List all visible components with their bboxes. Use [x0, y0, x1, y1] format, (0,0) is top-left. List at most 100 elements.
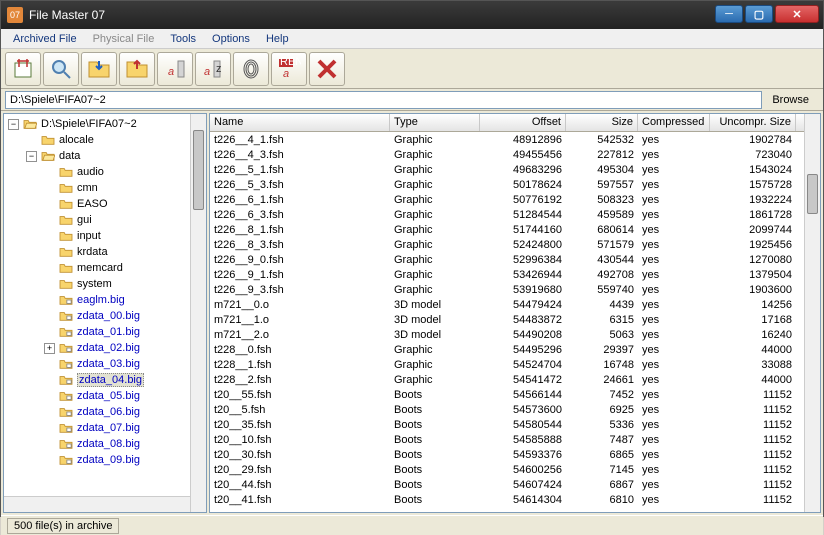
expander-icon[interactable]: − [26, 151, 37, 162]
tree-item[interactable]: zdata_06.big [4, 404, 206, 420]
list-vscroll[interactable] [804, 114, 820, 512]
close-button[interactable]: ✕ [775, 5, 819, 23]
table-row[interactable]: t20__10.fshBoots545858887487yes11152 [210, 432, 820, 447]
compress-a-button[interactable]: a [157, 52, 193, 86]
tree-item[interactable]: zdata_04.big [4, 372, 206, 388]
cell-type: Boots [390, 389, 480, 401]
tree-item[interactable]: gui [4, 212, 206, 228]
cell-compressed: yes [638, 314, 710, 326]
table-row[interactable]: t228__0.fshGraphic5449529629397yes44000 [210, 342, 820, 357]
expander-icon[interactable]: + [44, 343, 55, 354]
folder-icon [40, 133, 56, 147]
tree-item[interactable]: −data [4, 148, 206, 164]
cell-name: t226__9_1.fsh [210, 269, 390, 281]
table-row[interactable]: t226__6_1.fshGraphic50776192508323yes193… [210, 192, 820, 207]
menu-archived-file[interactable]: Archived File [5, 31, 85, 47]
cell-name: t20__55.fsh [210, 389, 390, 401]
list-pane: Name Type Offset Size Compressed Uncompr… [209, 113, 821, 513]
search-button[interactable] [43, 52, 79, 86]
bigfile-icon [58, 389, 74, 403]
cell-size: 24661 [566, 374, 638, 386]
col-type[interactable]: Type [390, 114, 480, 131]
table-row[interactable]: t20__44.fshBoots546074246867yes11152 [210, 477, 820, 492]
table-row[interactable]: t20__55.fshBoots545661447452yes11152 [210, 387, 820, 402]
import-folder-button[interactable] [81, 52, 117, 86]
tree-item[interactable]: zdata_00.big [4, 308, 206, 324]
tree-hscroll[interactable] [4, 496, 190, 512]
table-row[interactable]: t20__35.fshBoots545805445336yes11152 [210, 417, 820, 432]
tree-item[interactable]: +zdata_02.big [4, 340, 206, 356]
menu-help[interactable]: Help [258, 31, 297, 47]
expander-icon[interactable]: − [8, 119, 19, 130]
col-uncompr[interactable]: Uncompr. Size [710, 114, 796, 131]
tree-item[interactable]: eaglm.big [4, 292, 206, 308]
tree-item[interactable]: zdata_01.big [4, 324, 206, 340]
rename-button[interactable]: RENa [271, 52, 307, 86]
table-row[interactable]: t226__5_1.fshGraphic49683296495304yes154… [210, 162, 820, 177]
menu-physical-file[interactable]: Physical File [85, 31, 163, 47]
table-row[interactable]: t226__8_1.fshGraphic51744160680614yes209… [210, 222, 820, 237]
table-row[interactable]: t20__5.fshBoots545736006925yes11152 [210, 402, 820, 417]
tree-label: zdata_07.big [77, 422, 140, 434]
table-row[interactable]: m721__1.o3D model544838726315yes17168 [210, 312, 820, 327]
menu-tools[interactable]: Tools [162, 31, 204, 47]
export-folder-button[interactable] [119, 52, 155, 86]
tree-label: zdata_09.big [77, 454, 140, 466]
cell-size: 6315 [566, 314, 638, 326]
table-row[interactable]: t228__2.fshGraphic5454147224661yes44000 [210, 372, 820, 387]
table-row[interactable]: t20__41.fshBoots546143046810yes11152 [210, 492, 820, 507]
table-row[interactable]: t228__1.fshGraphic5452470416748yes33088 [210, 357, 820, 372]
col-offset[interactable]: Offset [480, 114, 566, 131]
table-row[interactable]: t20__30.fshBoots545933766865yes11152 [210, 447, 820, 462]
folder-open-icon [40, 149, 56, 163]
tree-item[interactable]: zdata_09.big [4, 452, 206, 468]
cell-uncompr: 1543024 [710, 164, 796, 176]
tree-item[interactable]: system [4, 276, 206, 292]
table-row[interactable]: t226__4_3.fshGraphic49455456227812yes723… [210, 147, 820, 162]
table-row[interactable]: m721__0.o3D model544794244439yes14256 [210, 297, 820, 312]
tree-vscroll[interactable] [190, 114, 206, 512]
cell-offset: 54495296 [480, 344, 566, 356]
table-row[interactable]: t226__5_3.fshGraphic50178624597557yes157… [210, 177, 820, 192]
compress-z-button[interactable]: az [195, 52, 231, 86]
table-row[interactable]: t226__9_3.fshGraphic53919680559740yes190… [210, 282, 820, 297]
maximize-button[interactable]: ▢ [745, 5, 773, 23]
tree-item[interactable]: audio [4, 164, 206, 180]
tree-item[interactable]: input [4, 228, 206, 244]
extract-button[interactable] [5, 52, 41, 86]
table-row[interactable]: t226__6_3.fshGraphic51284544459589yes186… [210, 207, 820, 222]
cell-uncompr: 11152 [710, 449, 796, 461]
menu-options[interactable]: Options [204, 31, 258, 47]
table-row[interactable]: m721__2.o3D model544902085063yes16240 [210, 327, 820, 342]
table-row[interactable]: t226__9_0.fshGraphic52996384430544yes127… [210, 252, 820, 267]
tree-label: input [77, 230, 101, 242]
tree-item[interactable]: −D:\Spiele\FIFA07~2 [4, 116, 206, 132]
tree-item[interactable]: memcard [4, 260, 206, 276]
col-name[interactable]: Name [210, 114, 390, 131]
cell-uncompr: 1903600 [710, 284, 796, 296]
table-row[interactable]: t226__4_1.fshGraphic48912896542532yes190… [210, 132, 820, 147]
cell-offset: 54607424 [480, 479, 566, 491]
cell-compressed: yes [638, 419, 710, 431]
tree-item[interactable]: zdata_08.big [4, 436, 206, 452]
tree-item[interactable]: krdata [4, 244, 206, 260]
path-input[interactable] [5, 91, 762, 109]
table-row[interactable]: t226__9_1.fshGraphic53426944492708yes137… [210, 267, 820, 282]
tree-label: zdata_01.big [77, 326, 140, 338]
tree-item[interactable]: zdata_07.big [4, 420, 206, 436]
browse-button[interactable]: Browse [762, 94, 819, 106]
minimize-button[interactable]: ─ [715, 5, 743, 23]
tree-item[interactable]: zdata_05.big [4, 388, 206, 404]
table-row[interactable]: t20__29.fshBoots546002567145yes11152 [210, 462, 820, 477]
col-size[interactable]: Size [566, 114, 638, 131]
tree-item[interactable]: cmn [4, 180, 206, 196]
tree-item[interactable]: zdata_03.big [4, 356, 206, 372]
tree-item[interactable]: alocale [4, 132, 206, 148]
table-row[interactable]: t226__8_3.fshGraphic52424800571579yes192… [210, 237, 820, 252]
tree-label: audio [77, 166, 104, 178]
fingerprint-button[interactable] [233, 52, 269, 86]
cell-offset: 48912896 [480, 134, 566, 146]
tree-item[interactable]: EASO [4, 196, 206, 212]
col-compressed[interactable]: Compressed [638, 114, 710, 131]
delete-button[interactable] [309, 52, 345, 86]
